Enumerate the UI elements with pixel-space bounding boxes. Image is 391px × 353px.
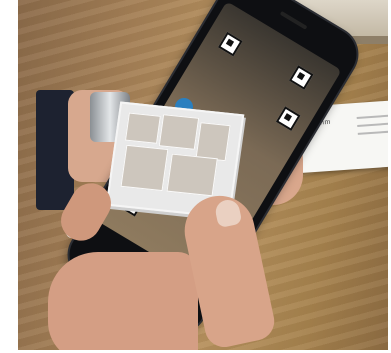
- room: [120, 144, 169, 192]
- ar-marker-icon: [217, 31, 243, 57]
- photo: Fee Zomm vuforia: [18, 0, 388, 350]
- card-text-line: [356, 114, 388, 119]
- ar-marker-icon: [288, 65, 314, 90]
- ar-marker-icon: [275, 106, 301, 131]
- room: [195, 122, 231, 162]
- card-text-line: [357, 122, 388, 127]
- room: [124, 112, 161, 144]
- card-text-line: [357, 130, 388, 135]
- room: [158, 114, 200, 150]
- room: [166, 153, 218, 197]
- phone-speaker: [279, 10, 308, 30]
- left-hand: [48, 252, 198, 350]
